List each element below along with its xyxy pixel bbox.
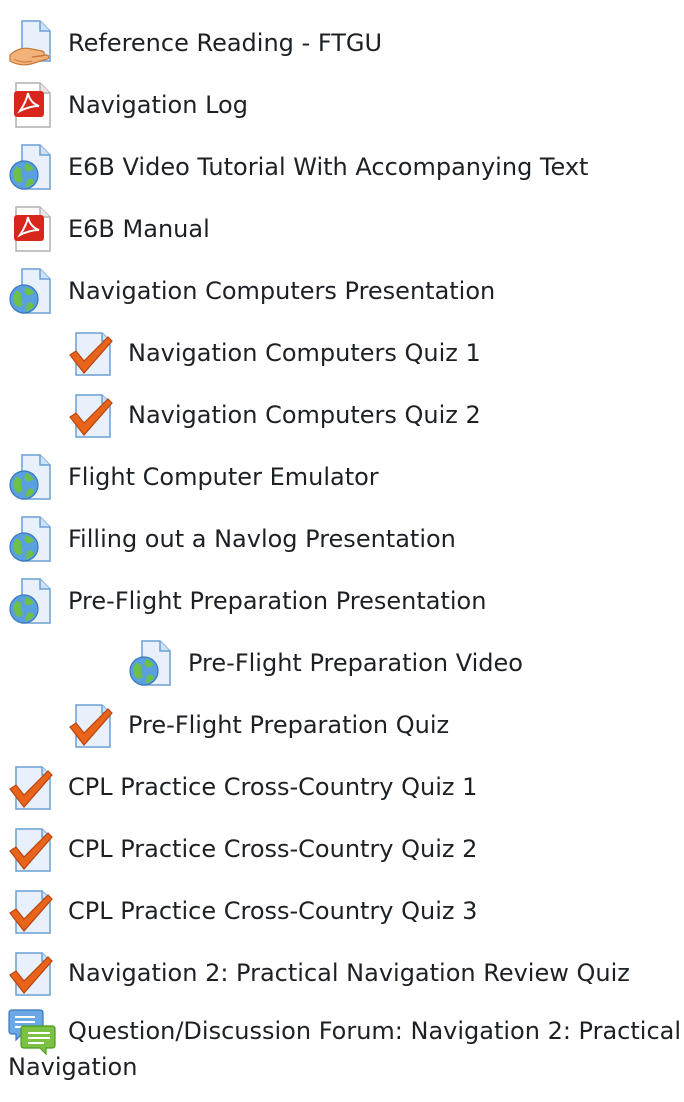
activity-item-cpl-practice-cross-country-quiz-3[interactable]: CPL Practice Cross-Country Quiz 3 (0, 880, 684, 942)
page-hand-icon (8, 19, 56, 67)
quiz-check-icon (8, 887, 56, 935)
activity-link[interactable]: CPL Practice Cross-Country Quiz 1 (68, 772, 477, 802)
activity-item-cpl-practice-cross-country-quiz-1[interactable]: CPL Practice Cross-Country Quiz 1 (0, 756, 684, 818)
activity-link[interactable]: Navigation Computers Quiz 1 (128, 338, 481, 368)
activity-item-flight-computer-emulator[interactable]: Flight Computer Emulator (0, 446, 684, 508)
activity-item-navigation-2-practical-navigation-review-quiz[interactable]: Navigation 2: Practical Navigation Revie… (0, 942, 684, 1004)
activity-link[interactable]: CPL Practice Cross-Country Quiz 2 (68, 834, 477, 864)
forum-link[interactable]: Question/Discussion Forum: Navigation 2:… (8, 1016, 682, 1081)
quiz-check-icon (68, 701, 116, 749)
activity-item-reference-reading-ftgu[interactable]: Reference Reading - FTGU (0, 12, 684, 74)
quiz-check-icon (8, 949, 56, 997)
activity-item-filling-out-a-navlog-presentation[interactable]: Filling out a Navlog Presentation (0, 508, 684, 570)
pdf-icon (8, 81, 56, 129)
forum-speech-icon (8, 1008, 56, 1056)
activity-link[interactable]: Navigation Log (68, 90, 248, 120)
activity-link[interactable]: Pre-Flight Preparation Presentation (68, 586, 486, 616)
activity-link[interactable]: E6B Video Tutorial With Accompanying Tex… (68, 152, 588, 182)
activity-link[interactable]: Filling out a Navlog Presentation (68, 524, 456, 554)
activity-item-navigation-computers-presentation[interactable]: Navigation Computers Presentation (0, 260, 684, 322)
forum-label-line-2: Navigation (8, 1053, 138, 1081)
activity-item-navigation-computers-quiz-2[interactable]: Navigation Computers Quiz 2 (0, 384, 684, 446)
url-globe-icon (8, 515, 56, 563)
activity-link[interactable]: CPL Practice Cross-Country Quiz 3 (68, 896, 477, 926)
activity-link[interactable]: E6B Manual (68, 214, 210, 244)
quiz-check-icon (68, 391, 116, 439)
activity-link[interactable]: Navigation Computers Presentation (68, 276, 495, 306)
activity-item-pre-flight-preparation-quiz[interactable]: Pre-Flight Preparation Quiz (0, 694, 684, 756)
activity-item-pre-flight-preparation-video[interactable]: Pre-Flight Preparation Video (0, 632, 684, 694)
activity-link[interactable]: Reference Reading - FTGU (68, 28, 382, 58)
forum-label-line-1: Question/Discussion Forum: Navigation 2:… (68, 1017, 682, 1045)
activity-item-navigation-computers-quiz-1[interactable]: Navigation Computers Quiz 1 (0, 322, 684, 384)
activity-item-cpl-practice-cross-country-quiz-2[interactable]: CPL Practice Cross-Country Quiz 2 (0, 818, 684, 880)
activity-link[interactable]: Pre-Flight Preparation Video (188, 648, 523, 678)
activity-item-e6b-manual[interactable]: E6B Manual (0, 198, 684, 260)
url-globe-icon (128, 639, 176, 687)
url-globe-icon (8, 453, 56, 501)
activity-list: Reference Reading - FTGU Navigation Log … (0, 12, 684, 1096)
activity-item-e6b-video-tutorial-with-accompanying-text[interactable]: E6B Video Tutorial With Accompanying Tex… (0, 136, 684, 198)
pdf-icon (8, 205, 56, 253)
url-globe-icon (8, 143, 56, 191)
quiz-check-icon (68, 329, 116, 377)
activity-item-pre-flight-preparation-presentation[interactable]: Pre-Flight Preparation Presentation (0, 570, 684, 632)
quiz-check-icon (8, 825, 56, 873)
url-globe-icon (8, 577, 56, 625)
activity-item-navigation-log[interactable]: Navigation Log (0, 74, 684, 136)
activity-item-question-discussion-forum[interactable]: Question/Discussion Forum: Navigation 2:… (0, 1004, 684, 1096)
url-globe-icon (8, 267, 56, 315)
activity-link[interactable]: Pre-Flight Preparation Quiz (128, 710, 449, 740)
quiz-check-icon (8, 763, 56, 811)
activity-link[interactable]: Navigation 2: Practical Navigation Revie… (68, 958, 630, 988)
activity-link[interactable]: Navigation Computers Quiz 2 (128, 400, 481, 430)
activity-link[interactable]: Flight Computer Emulator (68, 462, 379, 492)
